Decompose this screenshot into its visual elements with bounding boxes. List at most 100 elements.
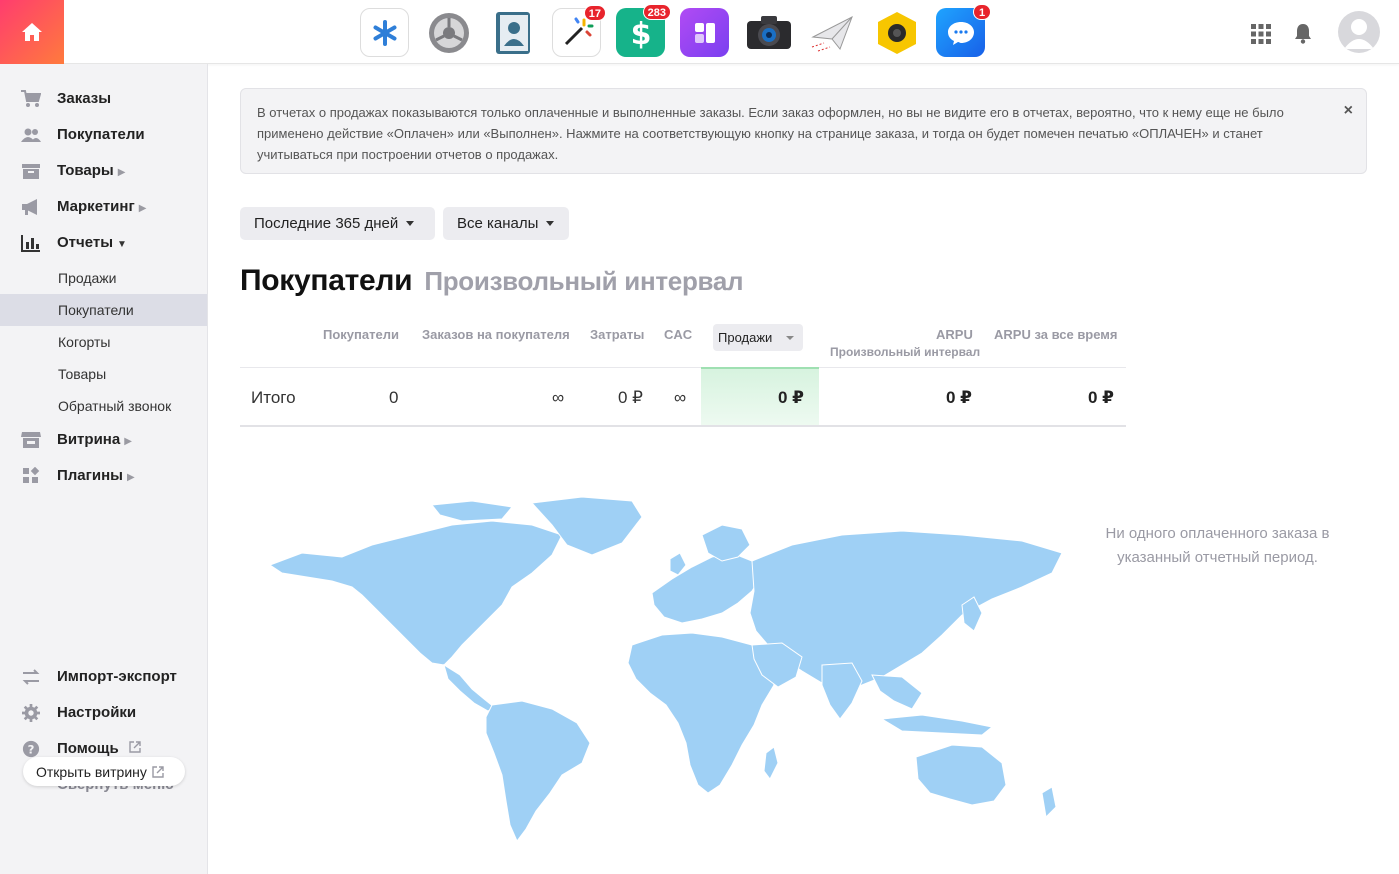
hexagon-app-icon[interactable] [872, 8, 921, 57]
open-storefront-button[interactable]: Открыть витрину [23, 757, 185, 786]
cell-arpu-all: 0 ₽ [1088, 388, 1115, 407]
top-bar: 17 $ 283 1 [0, 0, 1399, 64]
cart-icon [21, 90, 41, 107]
users-icon [21, 128, 41, 142]
map-region-india [821, 662, 863, 720]
external-link-icon [152, 765, 164, 778]
info-notice: В отчетах о продажах показываются только… [240, 88, 1367, 174]
cell-orders-per-customer: ∞ [552, 388, 565, 407]
page-title-main: Покупатели [240, 264, 413, 297]
bar-chart-icon [21, 235, 40, 252]
sidebar-subitem-products[interactable]: Товары [0, 358, 207, 390]
map-region-southeast-asia [871, 674, 923, 710]
sidebar-item-plugins[interactable]: Плагины ▶ [0, 461, 207, 491]
cell-sales: 0 ₽ [778, 388, 805, 407]
box-icon [22, 164, 40, 179]
col-header-customers[interactable]: Покупатели [323, 327, 399, 342]
sidebar-subitem-callback[interactable]: Обратный звонок [0, 390, 207, 422]
period-dropdown[interactable]: Последние 365 дней [240, 207, 435, 240]
chevron-right-icon: ▶ [124, 436, 132, 447]
sidebar-item-customers[interactable]: Покупатели [0, 120, 207, 150]
sidebar-subitem-label: Продажи [58, 270, 117, 286]
sidebar-item-marketing[interactable]: Маркетинг ▶ [0, 192, 207, 222]
map-region-europe [651, 552, 763, 624]
sidebar-item-reports[interactable]: Отчеты ▼ [0, 228, 207, 258]
sidebar-item-label: Витрина [57, 431, 121, 448]
table-divider [240, 425, 1126, 427]
paper-plane-app-icon[interactable] [808, 8, 857, 57]
col-header-arpu-sub: Произвольный интервал [830, 345, 981, 359]
dollar-app-icon[interactable]: $ 283 [616, 4, 671, 57]
open-storefront-label: Открыть витрину [36, 763, 147, 780]
camera-app-icon[interactable] [744, 8, 793, 57]
sidebar-item-storefront[interactable]: Витрина ▶ [0, 425, 207, 455]
app-badge: 283 [642, 4, 671, 20]
caret-down-icon [786, 336, 794, 340]
col-header-sales-label: Продажи [718, 330, 773, 345]
contacts-app-icon[interactable] [488, 8, 537, 57]
sidebar-item-label: Помощь [57, 740, 119, 757]
gear-app-icon[interactable] [424, 8, 473, 57]
app-badge: 1 [973, 4, 991, 20]
sidebar-subitem-label: Когорты [58, 334, 111, 350]
chat-app-icon[interactable]: 1 [936, 4, 991, 57]
map-region-arctic-islands [431, 500, 513, 522]
cell-cac: ∞ [674, 388, 687, 407]
magic-wand-app-icon[interactable]: 17 [552, 5, 606, 57]
map-region-new-zealand [1041, 786, 1057, 819]
col-header-costs[interactable]: Затраты [590, 327, 644, 342]
cell-customers: 0 [389, 388, 399, 407]
plugins-icon [23, 467, 40, 483]
map-region-central-america [443, 663, 495, 712]
page-title-sub: Произвольный интервал [424, 266, 744, 296]
map-region-madagascar [763, 746, 779, 780]
home-button[interactable] [0, 0, 64, 64]
info-notice-text: В отчетах о продажах показываются только… [257, 105, 1284, 162]
col-header-arpu-all[interactable]: ARPU за все время [994, 327, 1118, 342]
sidebar-subitem-label: Обратный звонок [58, 398, 172, 414]
map-region-scandinavia [701, 524, 751, 562]
map-region-africa [627, 632, 775, 794]
chevron-right-icon: ▶ [127, 472, 135, 483]
table-row-label: Итого [251, 388, 296, 407]
asterisk-app-icon[interactable] [360, 8, 409, 57]
sidebar-subitem-cohorts[interactable]: Когорты [0, 326, 207, 358]
apps-grid-icon[interactable] [1251, 24, 1271, 49]
user-avatar[interactable] [1338, 11, 1380, 53]
table-divider [240, 367, 1126, 368]
period-dropdown-label: Последние 365 дней [254, 215, 399, 232]
page-title: Покупатели Произвольный интервал [240, 264, 744, 298]
megaphone-icon [22, 199, 37, 215]
sidebar-item-label: Товары [57, 162, 114, 179]
gear-icon [22, 704, 40, 722]
sidebar-subitem-label: Покупатели [58, 302, 134, 318]
map-region-australia [915, 744, 1007, 806]
sidebar-item-products[interactable]: Товары ▶ [0, 156, 207, 186]
chevron-right-icon: ▶ [117, 167, 126, 178]
chevron-down-icon: ▼ [117, 239, 127, 250]
bell-icon[interactable] [1293, 22, 1313, 49]
svg-text:?: ? [28, 743, 35, 757]
purple-app-icon[interactable] [680, 8, 729, 57]
map-region-indonesia [880, 714, 994, 736]
sidebar-item-label: Заказы [57, 90, 112, 107]
col-header-arpu[interactable]: ARPU [936, 327, 973, 342]
cell-arpu: 0 ₽ [946, 388, 973, 407]
col-header-orders-per-customer[interactable]: Заказов на покупателя [422, 327, 570, 342]
channels-dropdown[interactable]: Все каналы [443, 207, 569, 240]
sidebar-item-import-export[interactable]: Импорт-экспорт [0, 662, 207, 692]
help-icon: ? [22, 740, 40, 758]
home-icon [22, 23, 42, 41]
col-header-cac[interactable]: CAC [664, 327, 692, 342]
store-icon [21, 432, 41, 448]
empty-report-message: Ни одного оплаченного заказа в указанный… [1105, 525, 1330, 566]
sidebar-item-label: Плагины [57, 467, 123, 484]
sidebar-item-settings[interactable]: Настройки [0, 698, 207, 728]
import-export-icon [22, 669, 40, 685]
sidebar-item-label: Покупатели [57, 126, 145, 143]
col-header-sales[interactable]: Продажи [713, 324, 803, 351]
close-icon[interactable]: × [1344, 100, 1353, 121]
sidebar-subitem-sales[interactable]: Продажи [0, 262, 207, 294]
sidebar-item-orders[interactable]: Заказы [0, 84, 207, 114]
sidebar-subitem-customers[interactable]: Покупатели [0, 294, 207, 326]
